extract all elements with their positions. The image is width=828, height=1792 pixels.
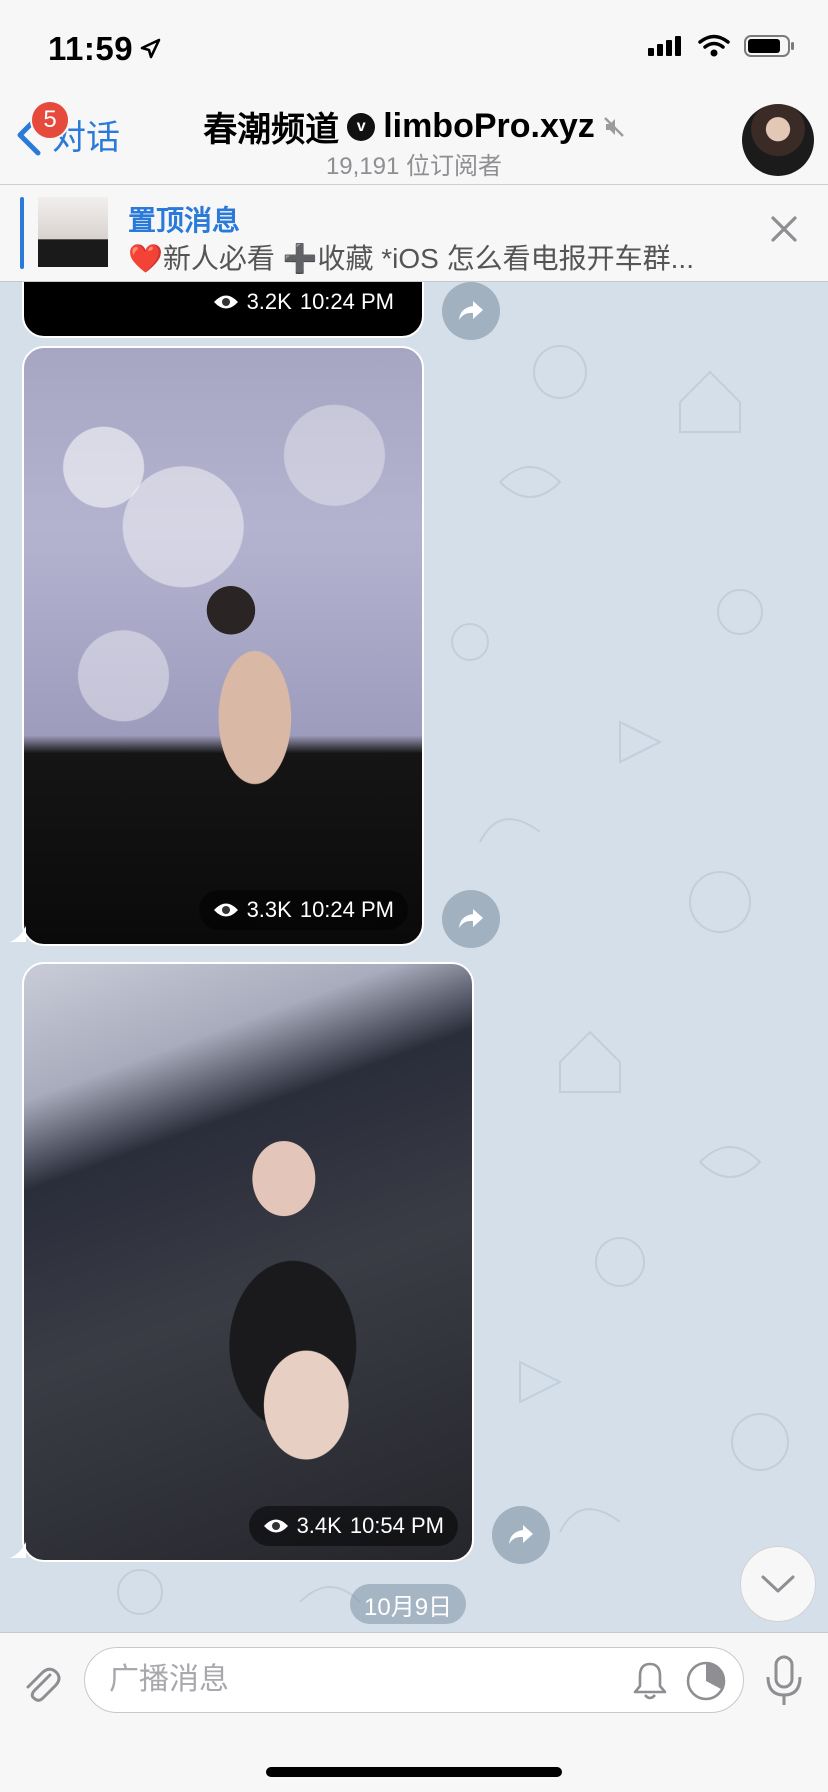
- channel-name-suffix: limboPro.xyz: [383, 107, 595, 145]
- pinned-message[interactable]: 置顶消息 ❤️新人必看 ➕收藏 *iOS 怎么看电报开车群...: [0, 184, 828, 282]
- muted-icon: [603, 116, 624, 137]
- channel-title[interactable]: 春潮频道 v limboPro.xyz: [0, 102, 828, 151]
- forward-button-3[interactable]: [492, 1506, 550, 1564]
- message-input-container[interactable]: [84, 1647, 744, 1713]
- share-arrow-icon: [459, 301, 483, 320]
- eye-icon: [213, 903, 238, 917]
- share-arrow-icon: [459, 909, 483, 928]
- composer-bar: [0, 1632, 828, 1792]
- message-time-2: 10:24 PM: [299, 897, 394, 922]
- message-time-3: 10:54 PM: [349, 1513, 444, 1538]
- verified-icon: v: [347, 112, 376, 141]
- wifi-icon: [698, 34, 730, 57]
- close-icon[interactable]: [770, 215, 798, 243]
- channel-name: 春潮频道: [203, 111, 340, 149]
- message-meta-3: 3.4K 10:54 PM: [248, 1506, 458, 1546]
- chevron-down-icon: [761, 1575, 795, 1593]
- subscriber-count: 19,191 位订阅者: [325, 153, 503, 180]
- battery-icon: [744, 35, 794, 57]
- forward-button-2[interactable]: [442, 890, 500, 948]
- pinned-thumbnail: [38, 197, 108, 267]
- date-separator: 10月9日: [350, 1584, 467, 1624]
- photo-message-1[interactable]: 3.2K 10:24 PM: [22, 282, 424, 338]
- forward-button-1[interactable]: [442, 282, 500, 340]
- message-meta-2: 3.3K 10:24 PM: [198, 890, 408, 930]
- status-bar: 11:59: [0, 0, 828, 92]
- status-time: 11:59: [48, 30, 161, 68]
- paperclip-icon[interactable]: [20, 1663, 64, 1707]
- share-arrow-icon: [509, 1525, 533, 1544]
- status-indicators: [648, 34, 796, 58]
- eye-icon: [213, 295, 238, 309]
- views-count-2: 3.3K: [246, 897, 292, 922]
- message-time-1: 10:24 PM: [299, 289, 394, 314]
- views-count-3: 3.4K: [296, 1513, 342, 1538]
- photo-message-3[interactable]: 3.4K 10:54 PM: [22, 962, 474, 1562]
- signal-icon: [648, 36, 681, 56]
- eye-icon: [263, 1519, 288, 1533]
- pinned-indicator: [20, 197, 24, 269]
- bubble-tail-3: [10, 1542, 26, 1558]
- scroll-to-bottom-button[interactable]: [740, 1546, 816, 1622]
- channel-avatar[interactable]: [742, 104, 814, 176]
- home-indicator: [266, 1767, 562, 1777]
- channel-header: 对话 5 春潮频道 v limboPro.xyz 19,191 位订阅者: [0, 92, 828, 184]
- message-meta-1: 3.2K 10:24 PM: [198, 282, 408, 322]
- bubble-tail-2: [10, 926, 26, 942]
- chat-area[interactable]: 3.2K 10:24 PM 3.3K 10:24 PM 3.4K 10:54 P…: [0, 282, 828, 1632]
- bell-icon[interactable]: [631, 1660, 669, 1702]
- microphone-icon[interactable]: [764, 1655, 804, 1707]
- pinned-title: 置顶消息: [128, 205, 241, 236]
- photo-message-2[interactable]: 3.3K 10:24 PM: [22, 346, 424, 946]
- message-input[interactable]: [109, 1658, 609, 1702]
- timer-icon[interactable]: [685, 1660, 727, 1702]
- pinned-text: ❤️新人必看 ➕收藏 *iOS 怎么看电报开车群...: [128, 243, 694, 274]
- location-arrow-icon: [140, 38, 161, 59]
- status-time-text: 11:59: [48, 30, 134, 67]
- views-count-1: 3.2K: [246, 289, 292, 314]
